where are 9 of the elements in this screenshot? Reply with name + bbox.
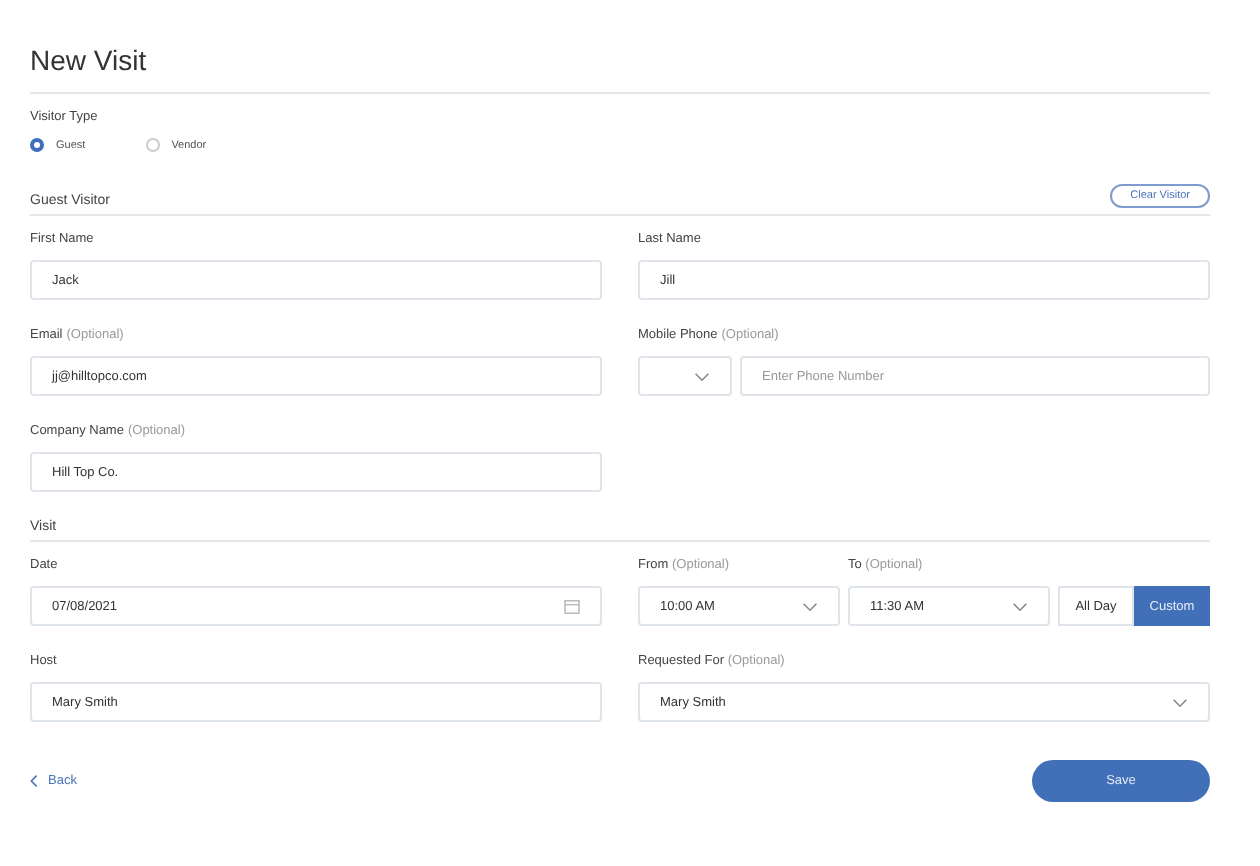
chevron-down-icon [694, 371, 710, 381]
radio-button[interactable] [30, 138, 44, 152]
page-title: New Visit [30, 44, 149, 76]
chevron-left-icon [30, 774, 38, 788]
chevron-down-icon [1172, 697, 1188, 707]
chevron-down-icon [1012, 601, 1028, 611]
country-code-dropdown[interactable] [638, 356, 732, 396]
calendar-icon [564, 599, 580, 613]
chevron-down-icon [802, 601, 818, 611]
